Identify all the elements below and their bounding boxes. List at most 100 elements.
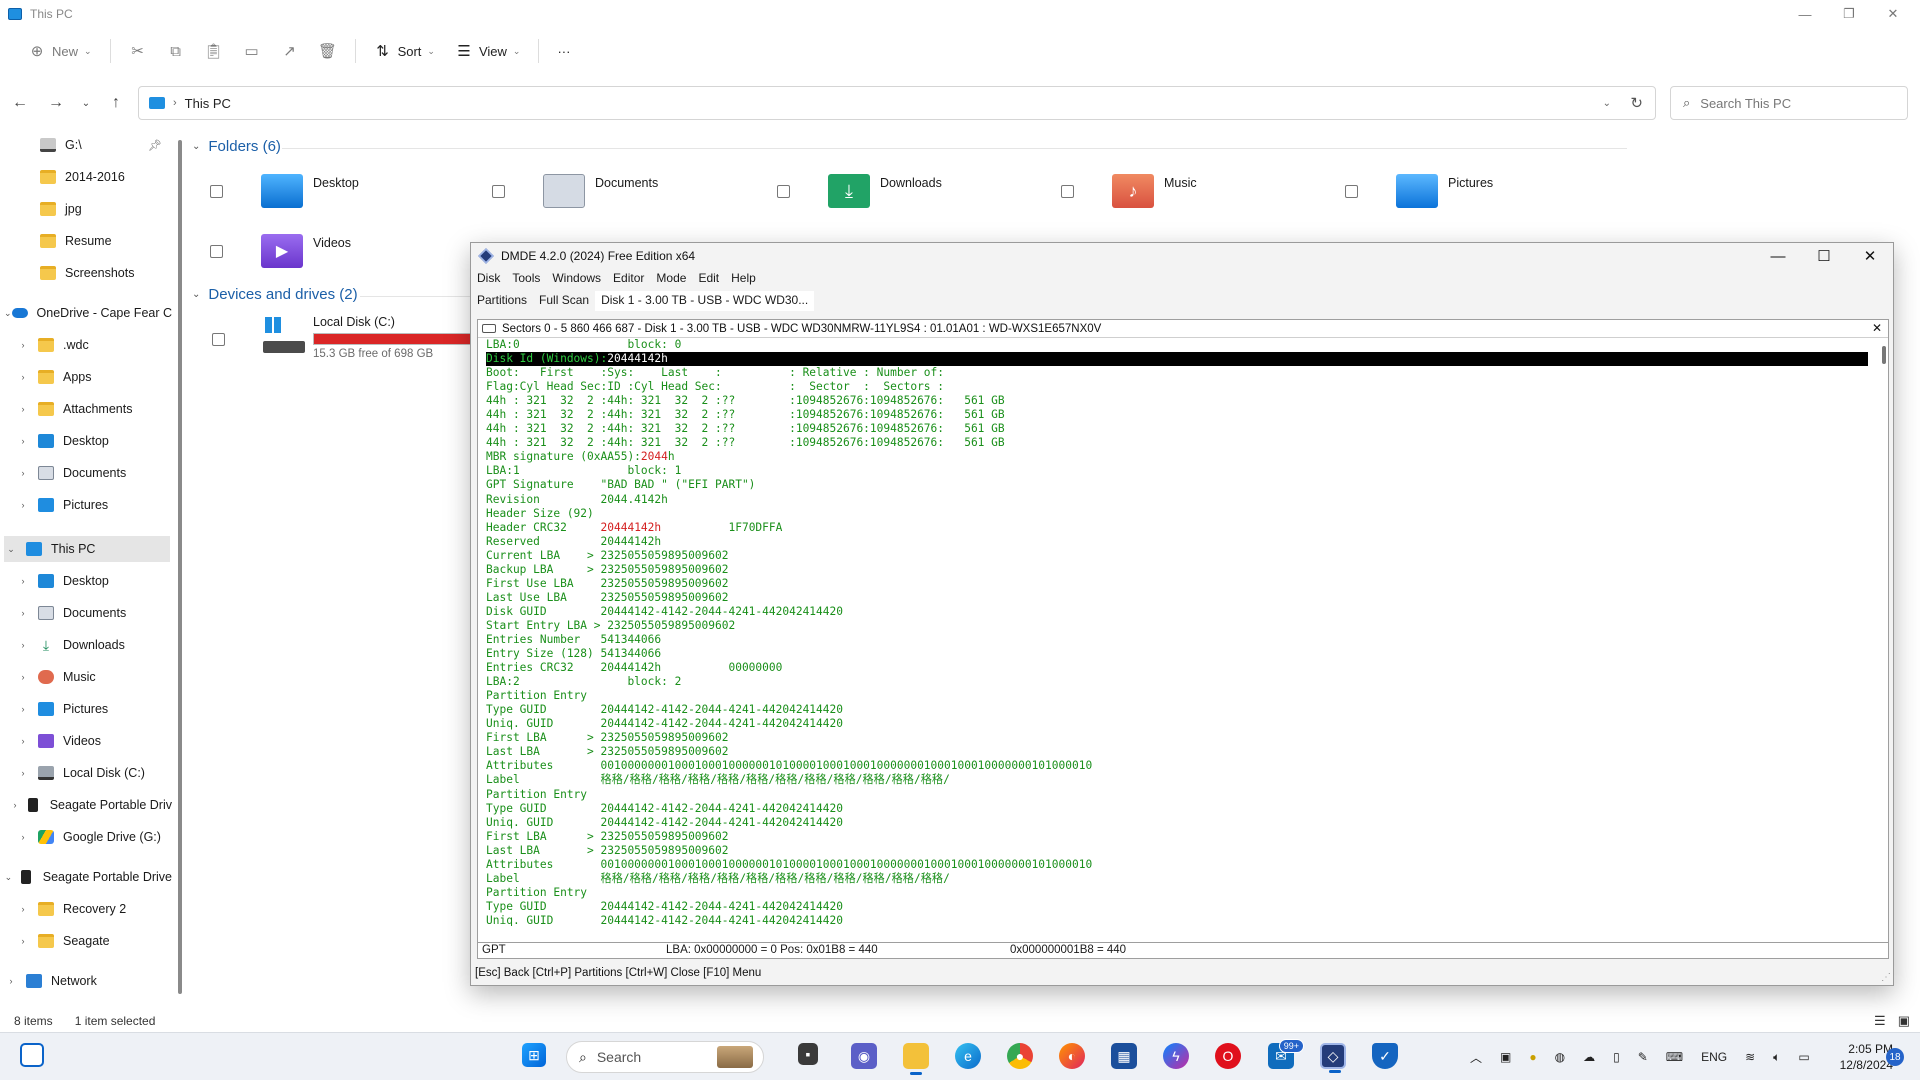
start-windows-icon[interactable]: ⊞ <box>522 1043 546 1067</box>
tray-pen-icon[interactable]: ✎ <box>1638 1050 1648 1064</box>
breadcrumb[interactable]: This PC <box>185 96 231 111</box>
sidebar-item-network[interactable]: › Network <box>0 968 172 994</box>
chevron-right-icon[interactable]: › <box>16 936 30 946</box>
devices-group-header[interactable]: ⌄ Devices and drives (2) <box>192 286 358 303</box>
refresh-icon[interactable]: ↻ <box>1630 94 1643 112</box>
chevron-right-icon[interactable]: › <box>16 436 30 446</box>
dmde-close-button[interactable]: ✕ <box>1847 243 1893 269</box>
chevron-right-icon[interactable]: › <box>16 468 30 478</box>
chevron-right-icon[interactable]: › <box>16 372 30 382</box>
sidebar-item-desktop[interactable]: › Desktop <box>0 568 172 594</box>
menu-editor[interactable]: Editor <box>607 271 650 289</box>
folder-tile-documents[interactable]: Documents <box>492 174 658 208</box>
rename-button[interactable]: ▭ <box>233 35 271 67</box>
chevron-right-icon[interactable]: › <box>16 672 30 682</box>
chevron-right-icon[interactable]: › <box>16 768 30 778</box>
restore-button[interactable]: ❐ <box>1826 0 1872 28</box>
notification-count-badge[interactable]: 18 <box>1886 1048 1904 1066</box>
teams-chat-icon[interactable]: ◉ <box>851 1043 877 1069</box>
tray-usb-icon[interactable]: ▯ <box>1613 1050 1620 1064</box>
up-arrow-icon[interactable]: ↑ <box>102 86 130 120</box>
sidebar-item-this-pc[interactable]: ⌄ This PC <box>4 536 170 562</box>
chevron-right-icon[interactable]: › <box>4 976 18 986</box>
edge-browser-icon[interactable]: e <box>955 1043 981 1069</box>
folder-tile-music[interactable]: ♪ Music <box>1061 174 1197 208</box>
menu-disk[interactable]: Disk <box>471 271 506 289</box>
select-checkbox[interactable] <box>1061 184 1074 198</box>
share-button[interactable]: ↗ <box>271 35 309 67</box>
search-input[interactable]: ⌕ Search This PC <box>1670 86 1908 120</box>
tray-cloud-icon[interactable]: ☁ <box>1583 1050 1595 1064</box>
back-arrow-icon[interactable]: ← <box>6 86 34 120</box>
folder-tile-downloads[interactable]: ⤓ Downloads <box>777 174 942 208</box>
drive-tile-local-disk[interactable]: Local Disk (C:) 15.3 GB free of 698 GB <box>212 315 483 360</box>
sidebar-item-attachments[interactable]: › Attachments <box>0 396 172 422</box>
chevron-right-icon[interactable]: › <box>10 800 19 810</box>
messenger-icon[interactable]: ϟ <box>1163 1043 1189 1069</box>
opera-browser-icon[interactable]: O <box>1215 1043 1241 1069</box>
menu-tools[interactable]: Tools <box>506 271 546 289</box>
view-button[interactable]: ☰ View ⌄ <box>445 35 531 67</box>
address-bar[interactable]: › This PC ⌄ ↻ <box>138 86 1656 120</box>
sidebar-item-pictures[interactable]: › Pictures <box>0 696 172 722</box>
sort-button[interactable]: ⇅ Sort ⌄ <box>364 35 445 67</box>
file-explorer-icon[interactable] <box>903 1043 929 1075</box>
recent-locations-chevron-icon[interactable]: ⌄ <box>72 86 100 120</box>
cut-button[interactable]: ✂ <box>119 35 157 67</box>
select-checkbox[interactable] <box>492 184 505 198</box>
dmde-taskbar-icon[interactable]: ◇ <box>1320 1043 1346 1073</box>
copy-button[interactable]: ⧉ <box>157 35 195 67</box>
wifi-icon[interactable]: ≋ <box>1745 1050 1755 1064</box>
show-hidden-icons-chevron-icon[interactable]: ︿ <box>1470 1049 1482 1066</box>
folder-tile-desktop[interactable]: Desktop <box>210 174 359 208</box>
firefox-browser-icon[interactable]: ◐ <box>1059 1043 1085 1069</box>
sector-text-view[interactable]: LBA:0 block: 0 Disk Id (Windows):20444142… <box>486 338 1868 926</box>
tab-partitions[interactable]: Partitions <box>471 291 533 311</box>
sidebar-item-google-drive[interactable]: › Google Drive (G:) <box>0 824 172 850</box>
sidebar-item-seagate-portable-drive[interactable]: ⌄ Seagate Portable Drive <box>0 864 172 890</box>
folder-tile-videos[interactable]: ▶ Videos <box>210 234 351 268</box>
paste-button[interactable]: 📋︎ <box>195 35 233 67</box>
chevron-down-icon[interactable]: ⌄ <box>4 872 13 883</box>
chevron-right-icon[interactable]: › <box>16 904 30 914</box>
sidebar-item-g-drive[interactable]: G:\ 📌︎ <box>0 132 172 158</box>
dmde-minimize-button[interactable]: — <box>1755 243 1801 269</box>
chevron-down-icon[interactable]: ⌄ <box>4 544 18 555</box>
sidebar-item-screenshots[interactable]: Screenshots <box>0 260 172 286</box>
sidebar-item-2014-2016[interactable]: 2014-2016 <box>0 164 172 190</box>
tray-chat-icon[interactable]: ● <box>1529 1050 1536 1064</box>
tiles-view-icon[interactable]: ▣ <box>1898 1013 1910 1029</box>
sidebar-scrollbar[interactable] <box>178 140 182 994</box>
select-checkbox[interactable] <box>777 184 790 198</box>
details-view-icon[interactable]: ☰ <box>1874 1013 1886 1029</box>
tray-sync-icon[interactable]: ◍ <box>1555 1050 1565 1064</box>
sidebar-item-jpg[interactable]: jpg <box>0 196 172 222</box>
chevron-right-icon[interactable]: › <box>16 736 30 746</box>
microsoft-store-icon[interactable]: ▦ <box>1111 1043 1137 1069</box>
chevron-down-icon[interactable]: ⌄ <box>4 308 12 319</box>
minimize-button[interactable]: — <box>1782 0 1828 28</box>
chevron-right-icon[interactable]: › <box>16 340 30 350</box>
chevron-right-icon[interactable]: › <box>16 640 30 650</box>
sidebar-item-seagate-portable[interactable]: › Seagate Portable Driv <box>0 792 172 818</box>
chevron-right-icon[interactable]: › <box>16 576 30 586</box>
sidebar-item-videos[interactable]: › Videos <box>0 728 172 754</box>
folder-tile-pictures[interactable]: Pictures <box>1345 174 1493 208</box>
resize-grip-icon[interactable]: ⋰ <box>1881 972 1891 983</box>
sidebar-item-music[interactable]: › Music <box>0 664 172 690</box>
language-indicator[interactable]: ENG <box>1701 1050 1727 1064</box>
menu-mode[interactable]: Mode <box>650 271 692 289</box>
sidebar-item-resume[interactable]: Resume <box>0 228 172 254</box>
clock[interactable]: 2:05 PM 12/8/2024 <box>1837 1041 1893 1073</box>
keyboard-icon[interactable]: ⌨ <box>1666 1050 1683 1064</box>
chevron-right-icon[interactable]: › <box>16 832 30 842</box>
sidebar-item-wdc[interactable]: › .wdc <box>0 332 172 358</box>
sidebar-item-downloads[interactable]: › ⤓ Downloads <box>0 632 172 658</box>
task-view-icon[interactable] <box>20 1043 44 1067</box>
menu-help[interactable]: Help <box>725 271 762 289</box>
sidebar-item-onedrive-desktop[interactable]: › Desktop <box>0 428 172 454</box>
tab-full-scan[interactable]: Full Scan <box>533 291 595 311</box>
chevron-right-icon[interactable]: › <box>16 404 30 414</box>
outlook-mail-icon[interactable]: ✉ 99+ <box>1268 1039 1304 1069</box>
menu-windows[interactable]: Windows <box>546 271 607 289</box>
